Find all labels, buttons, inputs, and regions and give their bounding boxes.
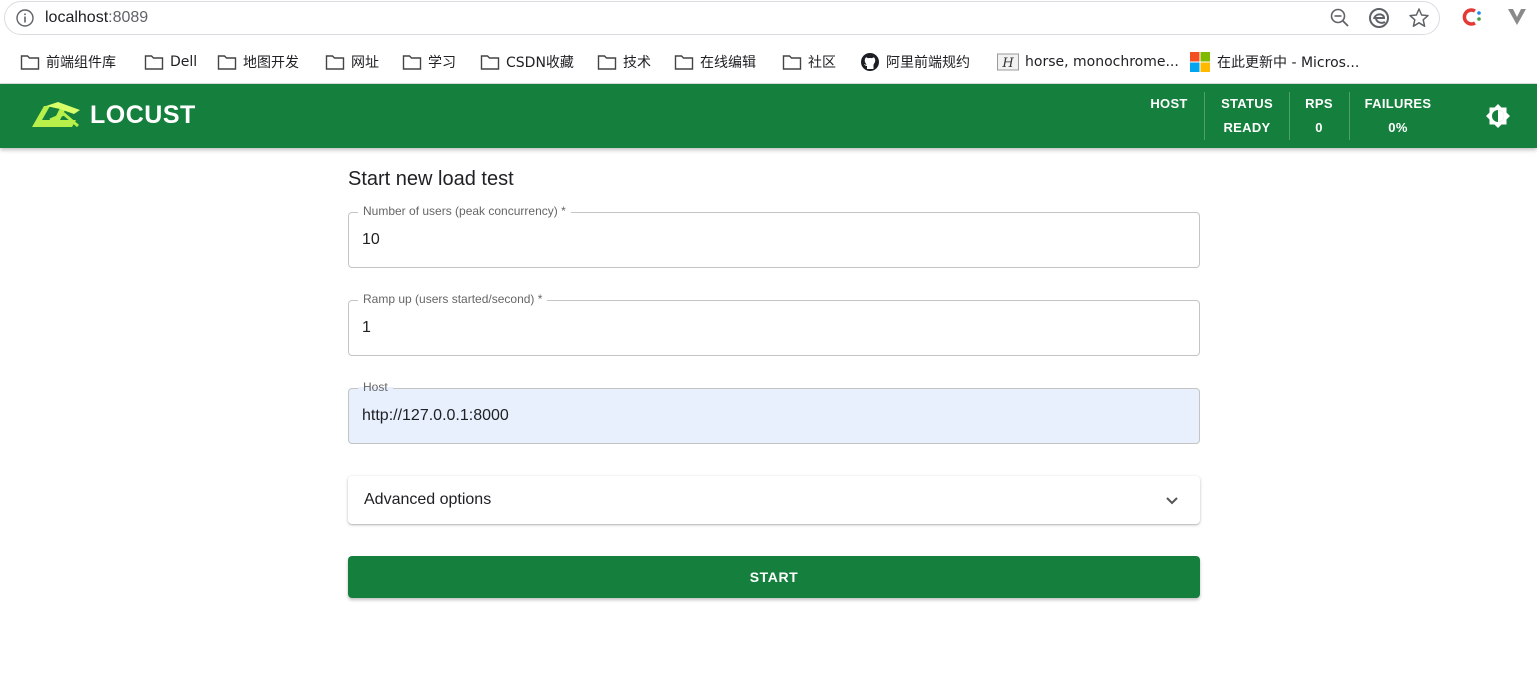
advanced-options-label: Advanced options bbox=[364, 491, 492, 508]
folder-icon bbox=[480, 55, 500, 70]
stat-failures-value: 0% bbox=[1388, 120, 1408, 135]
folder-icon bbox=[20, 55, 40, 70]
stat-rps: RPS 0 bbox=[1296, 84, 1342, 148]
bookmark-folder-6[interactable]: CSDN收藏 bbox=[480, 51, 574, 73]
stat-failures: FAILURES 0% bbox=[1358, 84, 1438, 148]
bookmark-github[interactable]: 阿里前端规约 bbox=[860, 51, 970, 73]
stat-status-label: STATUS bbox=[1221, 96, 1273, 111]
users-input[interactable]: 10 bbox=[362, 231, 380, 249]
stat-status: STATUS READY bbox=[1212, 84, 1282, 148]
ramp-up-field[interactable]: Ramp up (users started/second) * 1 bbox=[348, 292, 1200, 356]
host-field[interactable]: Host http://127.0.0.1:8000 bbox=[348, 380, 1200, 444]
folder-icon bbox=[144, 55, 164, 70]
folder-icon bbox=[402, 55, 422, 70]
bookmark-folder-3[interactable]: 地图开发 bbox=[217, 51, 299, 73]
script-h-icon: H bbox=[997, 53, 1019, 71]
bookmark-label: Dell bbox=[170, 54, 198, 70]
folder-icon bbox=[674, 55, 694, 70]
bookmark-folder-8[interactable]: 在线编辑 bbox=[674, 51, 756, 73]
start-button[interactable]: START bbox=[348, 556, 1200, 598]
users-field[interactable]: Number of users (peak concurrency) * 10 bbox=[348, 204, 1200, 268]
bookmark-label: 学习 bbox=[428, 55, 456, 71]
bookmark-label: horse, monochrome... bbox=[1025, 54, 1179, 70]
bookmark-label: 在此更新中 - Micros... bbox=[1217, 55, 1360, 71]
brand-name: LOCUST bbox=[90, 100, 196, 129]
star-bookmark-icon[interactable] bbox=[1408, 7, 1430, 29]
locust-grasshopper-icon bbox=[32, 102, 80, 128]
github-icon bbox=[861, 53, 879, 71]
stat-divider bbox=[1204, 92, 1205, 140]
browser-toolbar: localhost:8089 bbox=[0, 0, 1537, 38]
bookmark-label: 在线编辑 bbox=[700, 55, 756, 71]
folder-icon bbox=[597, 55, 617, 70]
extension-c-icon[interactable] bbox=[1461, 6, 1483, 28]
ramp-up-input[interactable]: 1 bbox=[362, 319, 371, 337]
bookmark-label: 阿里前端规约 bbox=[886, 55, 970, 71]
stat-rps-label: RPS bbox=[1305, 96, 1333, 111]
extension-v-icon[interactable] bbox=[1506, 6, 1528, 28]
theme-toggle-icon[interactable] bbox=[1484, 102, 1512, 130]
stat-host-label: HOST bbox=[1150, 96, 1188, 111]
bookmark-folder-9[interactable]: 社区 bbox=[782, 51, 836, 73]
zoom-out-icon[interactable] bbox=[1329, 7, 1351, 29]
address-bar[interactable]: localhost:8089 bbox=[4, 1, 1440, 35]
host-input[interactable]: http://127.0.0.1:8000 bbox=[362, 407, 509, 425]
bookmark-microsoft[interactable]: 在此更新中 - Micros... bbox=[1189, 51, 1359, 73]
stat-failures-label: FAILURES bbox=[1364, 96, 1432, 111]
stat-divider bbox=[1289, 92, 1290, 140]
start-button-label: START bbox=[749, 569, 799, 585]
stat-host: HOST bbox=[1142, 84, 1196, 148]
folder-icon bbox=[325, 55, 345, 70]
edge-extension-icon[interactable] bbox=[1368, 7, 1390, 29]
windows-icon bbox=[1190, 52, 1210, 72]
bookmark-horse[interactable]: H horse, monochrome... bbox=[997, 51, 1179, 73]
url-host: localhost bbox=[45, 9, 109, 26]
stat-status-value: READY bbox=[1223, 120, 1271, 135]
bookmark-label: 技术 bbox=[623, 55, 651, 71]
bookmark-folder-4[interactable]: 网址 bbox=[325, 51, 379, 73]
stat-rps-value: 0 bbox=[1315, 120, 1323, 135]
bookmark-folder-1[interactable]: 前端组件库 bbox=[20, 51, 116, 73]
bookmark-label: CSDN收藏 bbox=[506, 55, 574, 71]
bookmarks-bar: 前端组件库 Dell 地图开发 网址 学习 CSDN收藏 技术 在线编辑 社区 … bbox=[0, 38, 1537, 84]
advanced-options-accordion[interactable]: Advanced options bbox=[348, 476, 1200, 524]
url-port: :8089 bbox=[108, 9, 149, 26]
bookmark-folder-7[interactable]: 技术 bbox=[597, 51, 651, 73]
bookmark-label: 地图开发 bbox=[243, 55, 299, 71]
chevron-down-icon[interactable] bbox=[1162, 490, 1182, 510]
stat-divider bbox=[1349, 92, 1350, 140]
bookmark-label: 网址 bbox=[351, 55, 379, 71]
url-text[interactable]: localhost:8089 bbox=[45, 9, 148, 27]
ramp-up-field-label: Ramp up (users started/second) * bbox=[358, 292, 548, 306]
users-field-label: Number of users (peak concurrency) * bbox=[358, 204, 571, 218]
svg-text:H: H bbox=[1001, 56, 1014, 71]
bookmark-label: 社区 bbox=[808, 55, 836, 71]
folder-icon bbox=[217, 55, 237, 70]
app-header: LOCUST HOST STATUS READY RPS 0 FAILURES … bbox=[0, 84, 1537, 148]
locust-logo[interactable]: LOCUST bbox=[30, 100, 196, 130]
bookmark-folder-5[interactable]: 学习 bbox=[402, 51, 456, 73]
folder-icon bbox=[782, 55, 802, 70]
info-icon[interactable] bbox=[15, 8, 35, 28]
host-field-label: Host bbox=[358, 380, 393, 394]
bookmark-label: 前端组件库 bbox=[46, 55, 116, 71]
page-title: Start new load test bbox=[348, 168, 514, 190]
bookmark-folder-2[interactable]: Dell bbox=[144, 51, 197, 73]
